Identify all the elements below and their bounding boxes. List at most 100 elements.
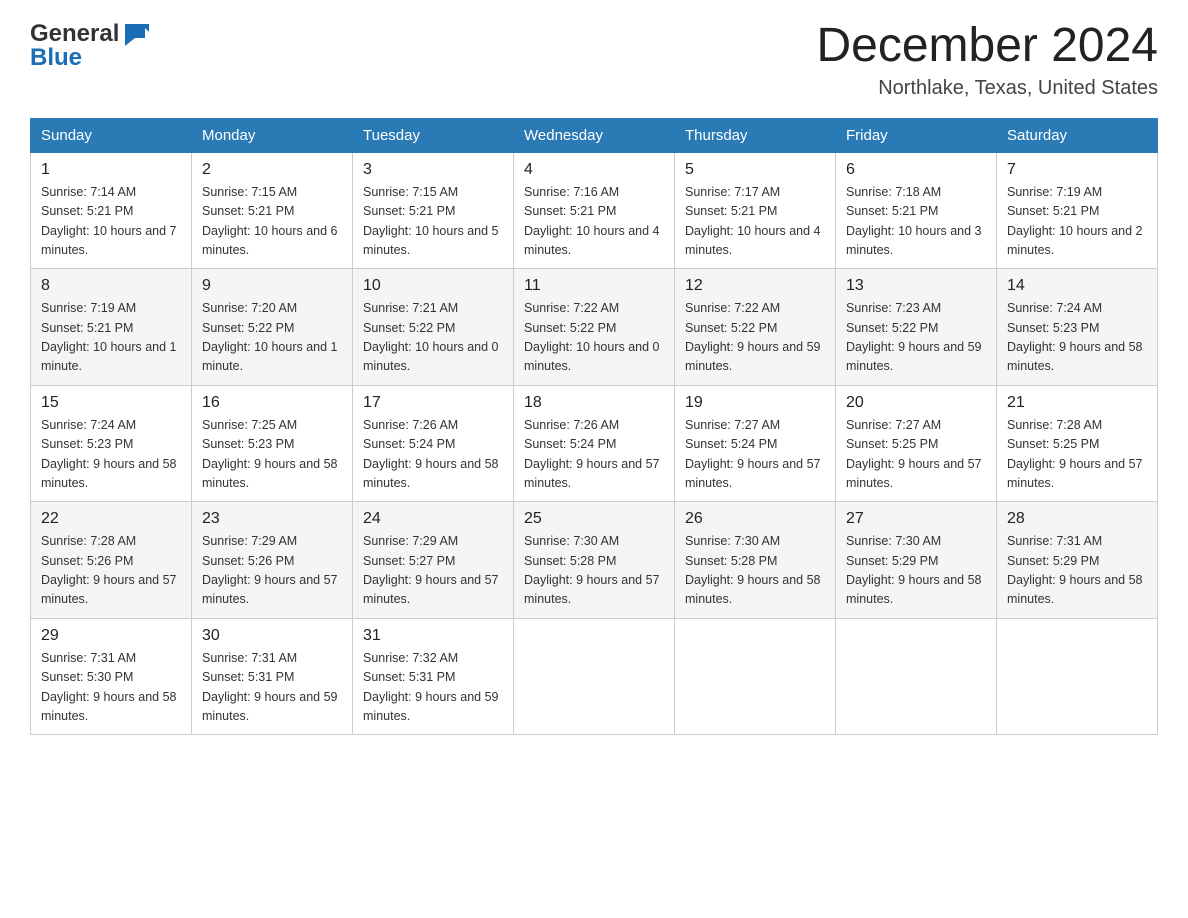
day-cell: 8 Sunrise: 7:19 AMSunset: 5:21 PMDayligh… bbox=[31, 269, 192, 386]
day-info: Sunrise: 7:29 AMSunset: 5:27 PMDaylight:… bbox=[363, 532, 503, 610]
day-number: 27 bbox=[846, 510, 986, 528]
day-info: Sunrise: 7:29 AMSunset: 5:26 PMDaylight:… bbox=[202, 532, 342, 610]
day-number: 1 bbox=[41, 161, 181, 179]
day-cell: 11 Sunrise: 7:22 AMSunset: 5:22 PMDaylig… bbox=[514, 269, 675, 386]
day-cell: 15 Sunrise: 7:24 AMSunset: 5:23 PMDaylig… bbox=[31, 385, 192, 502]
day-info: Sunrise: 7:26 AMSunset: 5:24 PMDaylight:… bbox=[524, 416, 664, 494]
day-cell: 27 Sunrise: 7:30 AMSunset: 5:29 PMDaylig… bbox=[836, 502, 997, 619]
day-info: Sunrise: 7:30 AMSunset: 5:28 PMDaylight:… bbox=[685, 532, 825, 610]
day-header-friday: Friday bbox=[836, 118, 997, 152]
day-number: 19 bbox=[685, 394, 825, 412]
week-row-2: 8 Sunrise: 7:19 AMSunset: 5:21 PMDayligh… bbox=[31, 269, 1158, 386]
day-info: Sunrise: 7:20 AMSunset: 5:22 PMDaylight:… bbox=[202, 299, 342, 377]
day-cell: 28 Sunrise: 7:31 AMSunset: 5:29 PMDaylig… bbox=[997, 502, 1158, 619]
day-cell: 26 Sunrise: 7:30 AMSunset: 5:28 PMDaylig… bbox=[675, 502, 836, 619]
day-cell bbox=[514, 618, 675, 735]
day-number: 12 bbox=[685, 277, 825, 295]
week-row-3: 15 Sunrise: 7:24 AMSunset: 5:23 PMDaylig… bbox=[31, 385, 1158, 502]
day-info: Sunrise: 7:31 AMSunset: 5:30 PMDaylight:… bbox=[41, 649, 181, 727]
calendar-table: SundayMondayTuesdayWednesdayThursdayFrid… bbox=[30, 118, 1158, 736]
day-cell: 9 Sunrise: 7:20 AMSunset: 5:22 PMDayligh… bbox=[192, 269, 353, 386]
day-cell bbox=[675, 618, 836, 735]
day-info: Sunrise: 7:27 AMSunset: 5:25 PMDaylight:… bbox=[846, 416, 986, 494]
day-number: 13 bbox=[846, 277, 986, 295]
day-info: Sunrise: 7:17 AMSunset: 5:21 PMDaylight:… bbox=[685, 183, 825, 261]
day-info: Sunrise: 7:22 AMSunset: 5:22 PMDaylight:… bbox=[524, 299, 664, 377]
day-cell: 2 Sunrise: 7:15 AMSunset: 5:21 PMDayligh… bbox=[192, 152, 353, 269]
day-header-wednesday: Wednesday bbox=[514, 118, 675, 152]
day-cell: 19 Sunrise: 7:27 AMSunset: 5:24 PMDaylig… bbox=[675, 385, 836, 502]
day-info: Sunrise: 7:32 AMSunset: 5:31 PMDaylight:… bbox=[363, 649, 503, 727]
days-header-row: SundayMondayTuesdayWednesdayThursdayFrid… bbox=[31, 118, 1158, 152]
day-cell: 29 Sunrise: 7:31 AMSunset: 5:30 PMDaylig… bbox=[31, 618, 192, 735]
location-title: Northlake, Texas, United States bbox=[816, 77, 1158, 100]
day-info: Sunrise: 7:28 AMSunset: 5:25 PMDaylight:… bbox=[1007, 416, 1147, 494]
day-number: 6 bbox=[846, 161, 986, 179]
day-number: 9 bbox=[202, 277, 342, 295]
day-number: 29 bbox=[41, 627, 181, 645]
day-info: Sunrise: 7:19 AMSunset: 5:21 PMDaylight:… bbox=[41, 299, 181, 377]
logo-flag-icon bbox=[121, 20, 149, 48]
day-number: 18 bbox=[524, 394, 664, 412]
day-info: Sunrise: 7:24 AMSunset: 5:23 PMDaylight:… bbox=[41, 416, 181, 494]
day-cell: 30 Sunrise: 7:31 AMSunset: 5:31 PMDaylig… bbox=[192, 618, 353, 735]
day-info: Sunrise: 7:15 AMSunset: 5:21 PMDaylight:… bbox=[363, 183, 503, 261]
week-row-1: 1 Sunrise: 7:14 AMSunset: 5:21 PMDayligh… bbox=[31, 152, 1158, 269]
day-cell: 18 Sunrise: 7:26 AMSunset: 5:24 PMDaylig… bbox=[514, 385, 675, 502]
day-number: 8 bbox=[41, 277, 181, 295]
month-title: December 2024 bbox=[816, 20, 1158, 73]
day-cell: 24 Sunrise: 7:29 AMSunset: 5:27 PMDaylig… bbox=[353, 502, 514, 619]
title-block: December 2024 Northlake, Texas, United S… bbox=[816, 20, 1158, 100]
page-header: General Blue December 2024 Northlake, Te… bbox=[30, 20, 1158, 100]
day-number: 10 bbox=[363, 277, 503, 295]
day-cell: 25 Sunrise: 7:30 AMSunset: 5:28 PMDaylig… bbox=[514, 502, 675, 619]
day-number: 16 bbox=[202, 394, 342, 412]
day-info: Sunrise: 7:31 AMSunset: 5:29 PMDaylight:… bbox=[1007, 532, 1147, 610]
day-cell bbox=[836, 618, 997, 735]
day-info: Sunrise: 7:31 AMSunset: 5:31 PMDaylight:… bbox=[202, 649, 342, 727]
day-cell: 10 Sunrise: 7:21 AMSunset: 5:22 PMDaylig… bbox=[353, 269, 514, 386]
day-number: 7 bbox=[1007, 161, 1147, 179]
logo-blue: Blue bbox=[30, 44, 82, 72]
day-number: 28 bbox=[1007, 510, 1147, 528]
day-cell: 21 Sunrise: 7:28 AMSunset: 5:25 PMDaylig… bbox=[997, 385, 1158, 502]
logo: General Blue bbox=[30, 20, 149, 72]
day-info: Sunrise: 7:14 AMSunset: 5:21 PMDaylight:… bbox=[41, 183, 181, 261]
day-cell: 17 Sunrise: 7:26 AMSunset: 5:24 PMDaylig… bbox=[353, 385, 514, 502]
day-cell: 31 Sunrise: 7:32 AMSunset: 5:31 PMDaylig… bbox=[353, 618, 514, 735]
day-number: 31 bbox=[363, 627, 503, 645]
day-number: 23 bbox=[202, 510, 342, 528]
day-number: 21 bbox=[1007, 394, 1147, 412]
day-cell bbox=[997, 618, 1158, 735]
day-cell: 16 Sunrise: 7:25 AMSunset: 5:23 PMDaylig… bbox=[192, 385, 353, 502]
week-row-4: 22 Sunrise: 7:28 AMSunset: 5:26 PMDaylig… bbox=[31, 502, 1158, 619]
day-info: Sunrise: 7:26 AMSunset: 5:24 PMDaylight:… bbox=[363, 416, 503, 494]
day-info: Sunrise: 7:21 AMSunset: 5:22 PMDaylight:… bbox=[363, 299, 503, 377]
day-header-monday: Monday bbox=[192, 118, 353, 152]
day-number: 26 bbox=[685, 510, 825, 528]
day-info: Sunrise: 7:19 AMSunset: 5:21 PMDaylight:… bbox=[1007, 183, 1147, 261]
day-cell: 23 Sunrise: 7:29 AMSunset: 5:26 PMDaylig… bbox=[192, 502, 353, 619]
day-number: 20 bbox=[846, 394, 986, 412]
day-number: 2 bbox=[202, 161, 342, 179]
day-info: Sunrise: 7:23 AMSunset: 5:22 PMDaylight:… bbox=[846, 299, 986, 377]
day-header-tuesday: Tuesday bbox=[353, 118, 514, 152]
day-info: Sunrise: 7:15 AMSunset: 5:21 PMDaylight:… bbox=[202, 183, 342, 261]
day-cell: 4 Sunrise: 7:16 AMSunset: 5:21 PMDayligh… bbox=[514, 152, 675, 269]
day-number: 17 bbox=[363, 394, 503, 412]
day-info: Sunrise: 7:27 AMSunset: 5:24 PMDaylight:… bbox=[685, 416, 825, 494]
day-info: Sunrise: 7:28 AMSunset: 5:26 PMDaylight:… bbox=[41, 532, 181, 610]
day-number: 30 bbox=[202, 627, 342, 645]
day-cell: 7 Sunrise: 7:19 AMSunset: 5:21 PMDayligh… bbox=[997, 152, 1158, 269]
day-cell: 5 Sunrise: 7:17 AMSunset: 5:21 PMDayligh… bbox=[675, 152, 836, 269]
day-cell: 13 Sunrise: 7:23 AMSunset: 5:22 PMDaylig… bbox=[836, 269, 997, 386]
day-number: 14 bbox=[1007, 277, 1147, 295]
day-number: 11 bbox=[524, 277, 664, 295]
day-cell: 20 Sunrise: 7:27 AMSunset: 5:25 PMDaylig… bbox=[836, 385, 997, 502]
day-number: 22 bbox=[41, 510, 181, 528]
day-number: 25 bbox=[524, 510, 664, 528]
day-cell: 1 Sunrise: 7:14 AMSunset: 5:21 PMDayligh… bbox=[31, 152, 192, 269]
day-header-sunday: Sunday bbox=[31, 118, 192, 152]
day-number: 24 bbox=[363, 510, 503, 528]
day-cell: 22 Sunrise: 7:28 AMSunset: 5:26 PMDaylig… bbox=[31, 502, 192, 619]
